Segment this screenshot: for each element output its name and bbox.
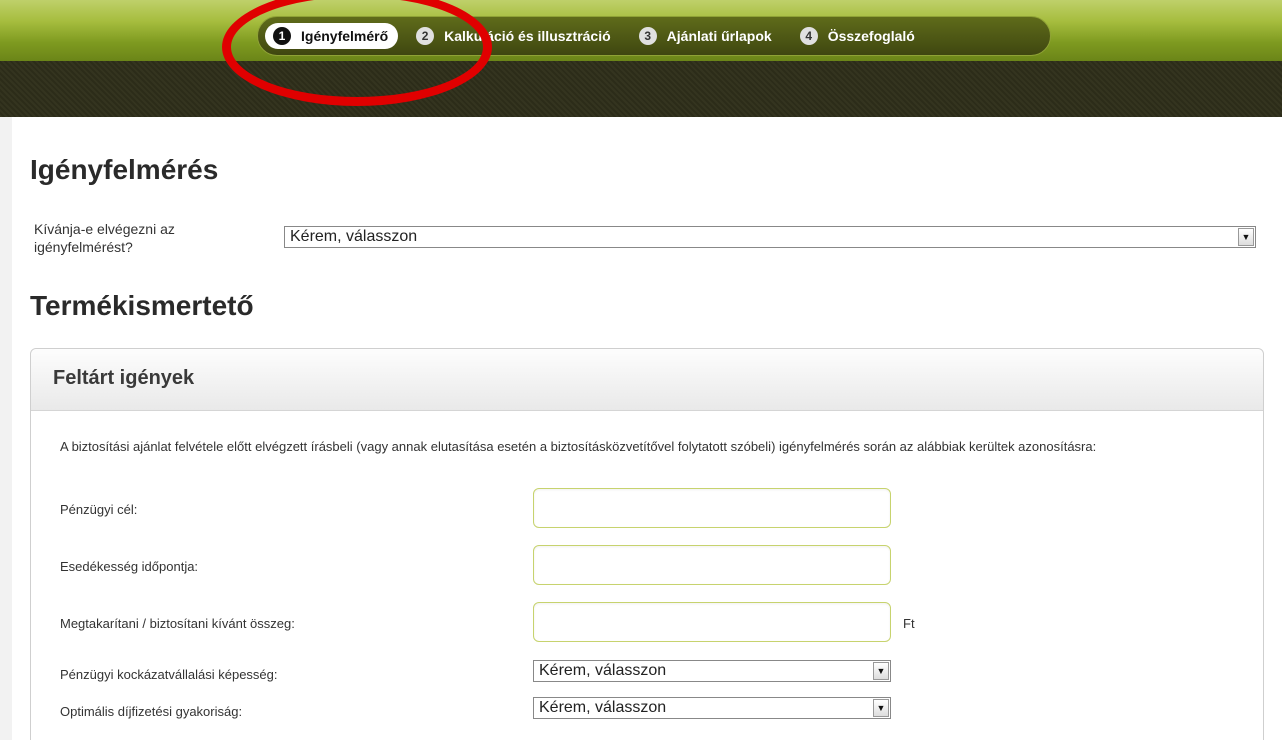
financial-goal-input[interactable] — [533, 488, 891, 528]
risk-label: Pénzügyi kockázatvállalási képesség: — [60, 667, 278, 682]
needs-panel: Feltárt igények A biztosítási ajánlat fe… — [30, 348, 1264, 740]
frequency-select-value: Kérem, válasszon — [539, 699, 667, 716]
needs-select[interactable]: Kérem, válasszon ▼ — [284, 226, 1256, 248]
frequency-select[interactable]: Kérem, válasszon ▼ — [533, 697, 891, 719]
amount-unit: Ft — [903, 616, 915, 631]
product-title: Termékismertető — [30, 290, 254, 321]
main-content: Igényfelmérés Kívánja-e elvégezni az igé… — [12, 117, 1282, 740]
financial-goal-label: Pénzügyi cél: — [60, 502, 138, 517]
risk-select-value: Kérem, válasszon — [539, 662, 667, 679]
due-date-label: Esedékesség időpontja: — [60, 559, 199, 574]
step-3-tab[interactable]: 3 Ajánlati űrlapok — [631, 23, 782, 49]
dropdown-arrow-icon[interactable]: ▼ — [873, 699, 889, 717]
frequency-label: Optimális díjfizetési gyakoriság: — [60, 704, 243, 719]
amount-input[interactable] — [533, 602, 891, 642]
needs-title: Igényfelmérés — [30, 154, 219, 185]
header-band — [0, 61, 1282, 117]
panel-title: Feltárt igények — [31, 349, 1263, 411]
step-4-tab[interactable]: 4 Összefoglaló — [792, 23, 925, 49]
due-date-input[interactable] — [533, 545, 891, 585]
step-number-3: 3 — [638, 27, 657, 45]
dropdown-arrow-icon[interactable]: ▼ — [873, 662, 889, 680]
dropdown-arrow-icon[interactable]: ▼ — [1238, 228, 1254, 246]
amount-label: Megtakarítani / biztosítani kívánt össze… — [60, 616, 295, 631]
step-label-4: Összefoglaló — [827, 28, 915, 44]
needs-question-label: Kívánja-e elvégezni az igényfelmérést? — [34, 221, 175, 255]
needs-select-value: Kérem, válasszon — [290, 228, 418, 245]
risk-select[interactable]: Kérem, válasszon ▼ — [533, 660, 891, 682]
step-label-3: Ajánlati űrlapok — [666, 28, 772, 44]
step-number-4: 4 — [799, 27, 818, 45]
panel-intro: A biztosítási ajánlat felvétele előtt el… — [60, 439, 1097, 454]
